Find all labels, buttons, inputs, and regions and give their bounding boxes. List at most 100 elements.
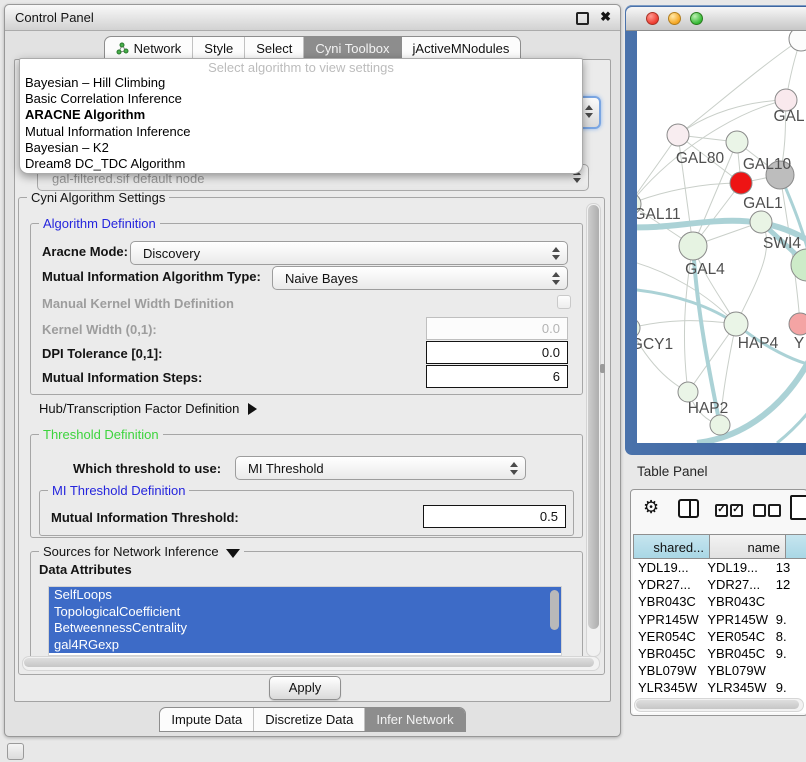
- select-all-checkbox-icon[interactable]: ✓: [715, 504, 728, 517]
- sources-group-title[interactable]: Sources for Network Inference: [39, 544, 244, 559]
- table-cell[interactable]: YLR345W: [633, 679, 702, 696]
- tab-network[interactable]: Network: [105, 37, 194, 60]
- network-node[interactable]: [637, 318, 640, 338]
- algorithm-option-bayesian-hill-climbing[interactable]: Bayesian – Hill Climbing: [20, 75, 582, 91]
- network-node[interactable]: [679, 232, 707, 260]
- column-header-shared[interactable]: shared...: [633, 534, 710, 559]
- dpi-tolerance-input[interactable]: 0.0: [426, 341, 568, 364]
- tab-select[interactable]: Select: [245, 37, 304, 60]
- table-row[interactable]: YBR045CYBR045C9.: [633, 645, 806, 662]
- network-edge[interactable]: [637, 321, 736, 328]
- table-row[interactable]: YLR345WYLR345W9.: [633, 679, 806, 696]
- table-row[interactable]: YBL079WYBL079W: [633, 662, 806, 679]
- collapsed-panel-icon[interactable]: [7, 743, 24, 760]
- gear-icon[interactable]: ⚙: [643, 497, 659, 517]
- network-edge[interactable]: [637, 183, 741, 204]
- hub-expander[interactable]: Hub/Transcription Factor Definition: [39, 401, 257, 416]
- deselect-all-checkbox-icon[interactable]: [753, 504, 766, 517]
- settings-vertical-scrollbar[interactable]: [586, 203, 601, 657]
- tab-impute-data[interactable]: Impute Data: [160, 708, 254, 731]
- manual-kernel-checkbox[interactable]: [557, 295, 571, 309]
- table-row[interactable]: YPR145WYPR145W9.: [633, 611, 806, 628]
- table-cell[interactable]: YPR145W: [702, 611, 770, 628]
- data-attribute-item-selfloops[interactable]: SelfLoops: [49, 587, 561, 604]
- network-graph[interactable]: GALGAL80GAL10GAL1GAL11SWI4GAL4GCY1HAP4YH…: [637, 31, 806, 443]
- table-cell[interactable]: [771, 593, 806, 610]
- network-node[interactable]: [726, 131, 748, 153]
- splitter-grip[interactable]: [600, 364, 605, 373]
- table-cell[interactable]: YBR043C: [702, 593, 770, 610]
- table-cell[interactable]: YER054C: [633, 628, 702, 645]
- network-edge[interactable]: [637, 135, 678, 204]
- data-attribute-item-betweennesscentrality[interactable]: BetweennessCentrality: [49, 620, 561, 637]
- data-attributes-list[interactable]: SelfLoopsTopologicalCoefficientBetweenne…: [48, 586, 562, 656]
- table-cell[interactable]: YDR27...: [702, 576, 770, 593]
- tab-style[interactable]: Style: [193, 37, 245, 60]
- table-cell[interactable]: 8.: [771, 628, 806, 645]
- mi-steps-input[interactable]: 6: [426, 365, 568, 388]
- network-node[interactable]: [710, 415, 730, 435]
- close-icon[interactable]: ✖: [600, 9, 611, 25]
- document-icon[interactable]: [790, 495, 806, 520]
- network-node[interactable]: [789, 31, 806, 51]
- table-cell[interactable]: YER054C: [702, 628, 770, 645]
- mi-type-combo[interactable]: Naive Bayes: [272, 266, 568, 290]
- table-row[interactable]: YDL19...YDL19...13: [633, 559, 806, 576]
- network-node[interactable]: [789, 313, 806, 335]
- table-cell[interactable]: 9.: [771, 645, 806, 662]
- algorithm-option-mutual-information-inference[interactable]: Mutual Information Inference: [20, 124, 582, 140]
- network-window-titlebar[interactable]: [626, 7, 806, 31]
- table-cell[interactable]: 9.: [771, 679, 806, 696]
- select-all-checkbox-icon[interactable]: ✓: [730, 504, 743, 517]
- table-cell[interactable]: YDL19...: [702, 559, 770, 576]
- tab-infer-network[interactable]: Infer Network: [365, 708, 464, 731]
- network-canvas[interactable]: GALGAL80GAL10GAL1GAL11SWI4GAL4GCY1HAP4YH…: [637, 31, 806, 443]
- table-cell[interactable]: YBL079W: [633, 662, 702, 679]
- table-cell[interactable]: YBR045C: [702, 645, 770, 662]
- table-cell[interactable]: YBR045C: [633, 645, 702, 662]
- table-cell[interactable]: 12: [771, 576, 806, 593]
- zoom-traffic-light-icon[interactable]: [690, 12, 703, 25]
- table-cell[interactable]: YLR345W: [702, 679, 770, 696]
- kernel-width-input[interactable]: 0.0: [426, 317, 568, 340]
- column-header-name[interactable]: name: [710, 534, 786, 559]
- table-row[interactable]: YDR27...YDR27...12: [633, 576, 806, 593]
- table-cell[interactable]: YDR27...: [633, 576, 702, 593]
- network-edge[interactable]: [678, 100, 786, 135]
- table-cell[interactable]: 9.: [771, 611, 806, 628]
- control-panel-titlebar[interactable]: Control Panel ✖: [5, 5, 620, 31]
- tab-jactivemnodules[interactable]: jActiveMNodules: [402, 37, 521, 60]
- deselect-all-checkbox-icon[interactable]: [768, 504, 781, 517]
- algorithm-option-basic-correlation-inference[interactable]: Basic Correlation Inference: [20, 91, 582, 107]
- table-cell[interactable]: YBR043C: [633, 593, 702, 610]
- minimize-traffic-light-icon[interactable]: [668, 12, 681, 25]
- tab-cyni-toolbox[interactable]: Cyni Toolbox: [304, 37, 401, 60]
- aracne-mode-combo[interactable]: Discovery: [130, 241, 568, 265]
- algorithm-option-aracne-algorithm[interactable]: ARACNE Algorithm: [20, 107, 582, 123]
- table-cell[interactable]: YDL19...: [633, 559, 702, 576]
- close-traffic-light-icon[interactable]: [646, 12, 659, 25]
- algorithm-option-dream8-dc-tdc-algorithm[interactable]: Dream8 DC_TDC Algorithm: [20, 156, 582, 172]
- settings-horizontal-scrollbar[interactable]: [22, 656, 600, 671]
- network-node[interactable]: [750, 211, 772, 233]
- network-node[interactable]: [667, 124, 689, 146]
- table-row[interactable]: YER054CYER054C8.: [633, 628, 806, 645]
- table-horizontal-scrollbar[interactable]: [634, 698, 804, 712]
- mi-threshold-input[interactable]: 0.5: [423, 505, 566, 528]
- network-node[interactable]: [730, 172, 752, 194]
- network-node[interactable]: [678, 382, 698, 402]
- table-cell[interactable]: YPR145W: [633, 611, 702, 628]
- table-row[interactable]: YBR043CYBR043C: [633, 593, 806, 610]
- apply-button[interactable]: Apply: [269, 676, 341, 700]
- network-node[interactable]: [724, 312, 748, 336]
- data-attribute-item-gal4rgexp[interactable]: gal4RGexp: [49, 637, 561, 654]
- algorithm-option-bayesian-k2[interactable]: Bayesian – K2: [20, 140, 582, 156]
- which-threshold-combo[interactable]: MI Threshold: [235, 456, 526, 480]
- table-cell[interactable]: [771, 662, 806, 679]
- float-window-icon[interactable]: [576, 12, 589, 25]
- network-edge-highlighted[interactable]: [777, 409, 806, 443]
- data-attribute-item-topologicalcoefficient[interactable]: TopologicalCoefficient: [49, 604, 561, 621]
- tab-discretize-data[interactable]: Discretize Data: [254, 708, 365, 731]
- table-cell[interactable]: YBL079W: [702, 662, 770, 679]
- list-scrollbar[interactable]: [550, 590, 559, 630]
